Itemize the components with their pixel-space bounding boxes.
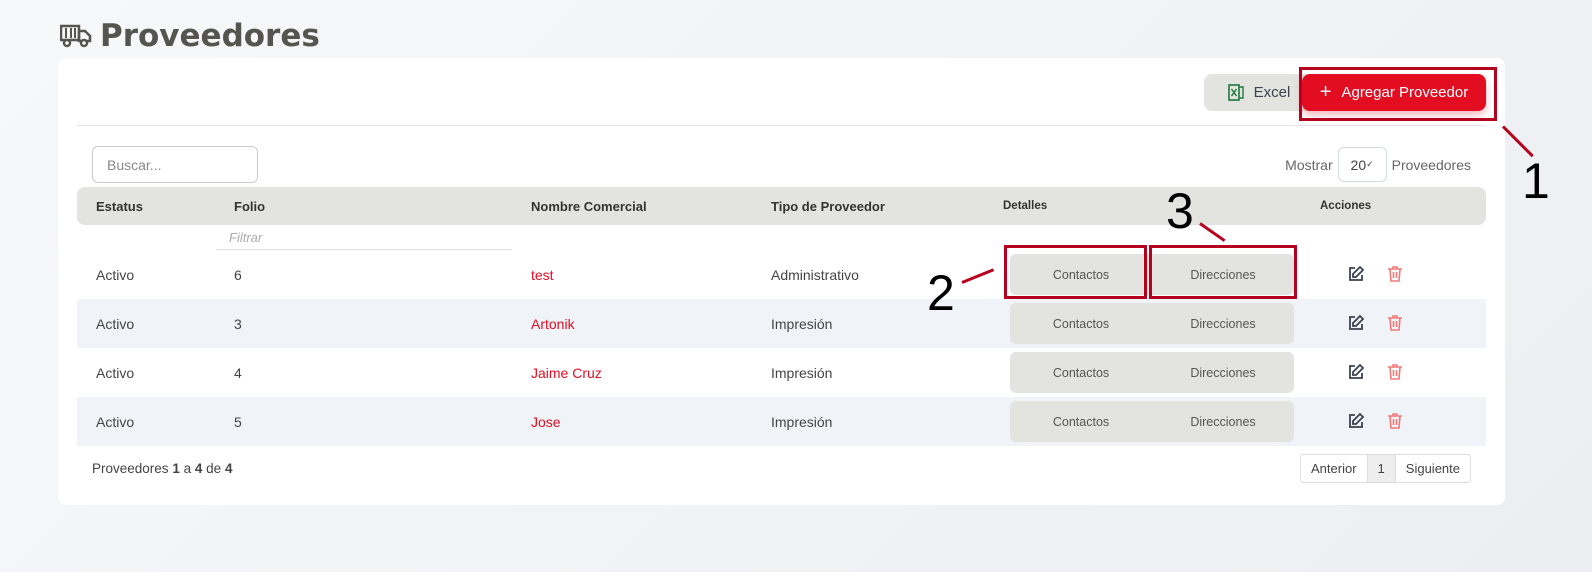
addresses-button[interactable]: Direcciones xyxy=(1152,401,1294,442)
annotation-number-2: 2 xyxy=(927,265,955,321)
details-button-group: Contactos Direcciones xyxy=(1010,352,1294,393)
contacts-button[interactable]: Contactos xyxy=(1010,401,1152,442)
status-cell: Activo xyxy=(96,266,135,283)
next-page-button[interactable]: Siguiente xyxy=(1396,455,1470,482)
header-folio[interactable]: Folio xyxy=(234,187,265,225)
annotation-box-3 xyxy=(1149,245,1297,299)
delete-icon[interactable] xyxy=(1386,412,1404,430)
annotation-number-3: 3 xyxy=(1166,183,1194,239)
header-name[interactable]: Nombre Comercial xyxy=(531,187,647,225)
delete-icon[interactable] xyxy=(1386,314,1404,332)
folio-filter-input[interactable]: Filtrar xyxy=(216,226,512,250)
page-size-control: Mostrar 20 ✓ Proveedores xyxy=(1285,147,1471,182)
type-cell: Impresión xyxy=(771,315,833,332)
excel-button[interactable]: Excel xyxy=(1204,74,1314,111)
annotation-box-2 xyxy=(1004,245,1147,299)
supplier-name-link[interactable]: Jaime Cruz xyxy=(531,348,602,397)
annotation-box-1 xyxy=(1299,67,1497,121)
folio-cell: 6 xyxy=(234,266,242,283)
page-1-button[interactable]: 1 xyxy=(1366,455,1396,482)
delete-icon[interactable] xyxy=(1386,363,1404,381)
folio-cell: 4 xyxy=(234,364,242,381)
type-cell: Impresión xyxy=(771,413,833,430)
details-button-group: Contactos Direcciones xyxy=(1010,303,1294,344)
excel-icon xyxy=(1227,84,1244,101)
page-title-text: Proveedores xyxy=(100,18,320,54)
delete-icon[interactable] xyxy=(1386,265,1404,283)
type-cell: Administrativo xyxy=(771,266,859,283)
table-row: Activo 3 Artonik Impresión Contactos Dire… xyxy=(77,299,1486,348)
status-cell: Activo xyxy=(96,315,135,332)
edit-icon[interactable] xyxy=(1347,265,1365,283)
chevron-down-icon: ✓ xyxy=(1366,159,1374,169)
header-actions: Acciones xyxy=(1320,200,1372,212)
edit-icon[interactable] xyxy=(1347,363,1365,381)
table-row: Activo 4 Jaime Cruz Impresión Contactos D… xyxy=(77,348,1486,397)
search-input[interactable] xyxy=(92,146,258,183)
status-cell: Activo xyxy=(96,364,135,381)
table-info: Proveedores 1 a 4 de 4 xyxy=(92,461,233,476)
page-size-select[interactable]: 20 ✓ xyxy=(1337,147,1387,182)
table-row: Activo 5 Jose Impresión Contactos Direcci… xyxy=(77,397,1486,446)
contacts-button[interactable]: Contactos xyxy=(1010,303,1152,344)
details-button-group: Contactos Direcciones xyxy=(1010,401,1294,442)
contacts-button[interactable]: Contactos xyxy=(1010,352,1152,393)
annotation-number-1: 1 xyxy=(1522,153,1550,209)
folio-cell: 5 xyxy=(234,413,242,430)
header-details: Detalles xyxy=(1003,200,1048,212)
header-status[interactable]: Estatus xyxy=(96,187,143,225)
supplier-name-link[interactable]: test xyxy=(531,250,554,299)
pagination: Anterior 1 Siguiente xyxy=(1300,454,1471,483)
supplier-name-link[interactable]: Jose xyxy=(531,397,561,446)
status-cell: Activo xyxy=(96,413,135,430)
prev-page-button[interactable]: Anterior xyxy=(1301,455,1367,482)
truck-icon xyxy=(60,24,92,48)
addresses-button[interactable]: Direcciones xyxy=(1152,303,1294,344)
edit-icon[interactable] xyxy=(1347,314,1365,332)
type-cell: Impresión xyxy=(771,364,833,381)
addresses-button[interactable]: Direcciones xyxy=(1152,352,1294,393)
page-title: Proveedores xyxy=(60,18,320,54)
table-header: Estatus Folio Nombre Comercial Tipo de P… xyxy=(77,187,1486,225)
header-type[interactable]: Tipo de Proveedor xyxy=(771,187,885,225)
supplier-name-link[interactable]: Artonik xyxy=(531,299,575,348)
edit-icon[interactable] xyxy=(1347,412,1365,430)
folio-cell: 3 xyxy=(234,315,242,332)
